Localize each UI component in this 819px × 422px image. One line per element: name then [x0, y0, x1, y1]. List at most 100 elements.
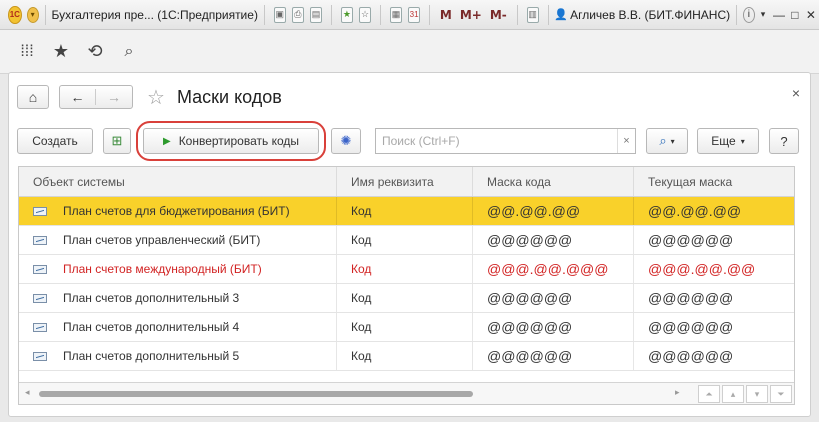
horizontal-scrollbar[interactable]: ◂ ▸ ⏶ ▴ ▾ ⏷ [19, 382, 794, 404]
object-cell: План счетов дополнительный 5 [19, 342, 337, 370]
hint-button[interactable]: ✺ [331, 128, 361, 154]
favorites-add-icon[interactable]: ★ [340, 6, 353, 23]
chart-of-accounts-icon [33, 351, 47, 361]
code-mask-cell: @@@@@@ [473, 226, 634, 254]
column-header[interactable]: Объект системы [19, 167, 337, 196]
table-row[interactable]: План счетов дополнительный 4 Код @@@@@@ @@@… [19, 313, 794, 342]
form-close-button[interactable]: × [792, 85, 800, 101]
more-button[interactable]: Еще ▾ [697, 128, 759, 154]
search-options-button[interactable]: ⌕ ▾ [646, 128, 688, 154]
row-nav-buttons: ⏶ ▴ ▾ ⏷ [696, 385, 792, 403]
prev-row-icon[interactable]: ▴ [722, 385, 744, 403]
masks-table: Объект системы Имя реквизита Маска кода … [18, 166, 795, 405]
code-mask-cell: @@@@@@ [473, 342, 634, 370]
column-header[interactable]: Текущая маска [634, 167, 794, 196]
user-icon: 👤 [554, 9, 569, 21]
object-cell: План счетов дополнительный 4 [19, 313, 337, 341]
object-name: План счетов управленческий (БИТ) [63, 233, 261, 247]
object-cell: План счетов управленческий (БИТ) [19, 226, 337, 254]
last-row-icon[interactable]: ⏷ [770, 385, 792, 403]
more-label: Еще [711, 134, 736, 148]
attr-cell: Код [337, 255, 473, 283]
favorites-star-icon[interactable]: ★ [44, 37, 78, 67]
object-cell: План счетов дополнительный 3 [19, 284, 337, 312]
play-icon: ▶ [162, 135, 171, 147]
scroll-left-icon[interactable]: ◂ [25, 387, 30, 398]
current-mask-cell: @@@.@@.@@ [648, 261, 756, 277]
object-name: План счетов дополнительный 4 [63, 320, 240, 334]
current-mask-cell: @@.@@.@@ [648, 203, 742, 219]
object-name: План счетов дополнительный 3 [63, 291, 240, 305]
window-titlebar: 1С ▾ Бухгалтерия пре... (1С:Предприятие)… [0, 0, 819, 30]
favorites-icon[interactable]: ☆ [359, 6, 372, 23]
attr-cell: Код [337, 342, 473, 370]
table-row[interactable]: План счетов управленческий (БИТ) Код @@@@@… [19, 226, 794, 255]
convert-codes-label: Конвертировать коды [178, 134, 300, 148]
masks-form: ⌂ ← → ☆ Маски кодов × Создать ⊞ ▶ Конвер… [8, 72, 811, 417]
calculator-icon[interactable]: ▦ [389, 6, 403, 23]
chart-of-accounts-icon [33, 293, 47, 303]
table-row[interactable]: План счетов для бюджетирования (БИТ) Код @… [19, 197, 794, 226]
command-bar: Создать ⊞ ▶ Конвертировать коды ✺ × ⌕ ▾ … [17, 121, 802, 161]
copy-button[interactable]: ⊞ [103, 128, 131, 154]
column-header[interactable]: Маска кода [473, 167, 634, 196]
object-cell: План счетов для бюджетирования (БИТ) [19, 197, 337, 225]
scrollbar-thumb[interactable] [39, 391, 473, 397]
column-header[interactable]: Имя реквизита [337, 167, 473, 196]
table-row[interactable]: План счетов дополнительный 3 Код @@@@@@ @@@… [19, 284, 794, 313]
help-button[interactable]: ? [769, 128, 799, 154]
code-mask-cell: @@@@@@ [473, 284, 634, 312]
code-mask-cell: @@@.@@.@@@ [473, 255, 634, 283]
more-chevron-icon: ▾ [740, 136, 745, 146]
create-button[interactable]: Создать [17, 128, 93, 154]
memory-plus-button[interactable]: M+ [460, 8, 482, 22]
form-header: ⌂ ← → ☆ Маски кодов [17, 83, 282, 111]
history-icon[interactable]: ⟲ [78, 37, 112, 67]
back-arrow-icon[interactable]: ← [60, 89, 96, 105]
chart-of-accounts-icon [33, 235, 47, 245]
info-icon[interactable]: i [742, 6, 755, 23]
minimize-icon[interactable]: — [771, 6, 787, 24]
save-icon[interactable]: ▣ [273, 6, 286, 23]
nav-buttons: ← → [59, 85, 133, 109]
search-box: × [375, 128, 636, 154]
print-icon[interactable]: ⎙ [291, 6, 304, 23]
table-row[interactable]: План счетов дополнительный 5 Код @@@@@@ @@@… [19, 342, 794, 371]
calendar-icon[interactable]: 31 [408, 6, 421, 23]
table-body: План счетов для бюджетирования (БИТ) Код @… [19, 197, 794, 371]
current-mask-cell: @@@@@@ [648, 290, 734, 306]
object-name: План счетов для бюджетирования (БИТ) [63, 204, 290, 218]
window-title: Бухгалтерия пре... (1С:Предприятие) [51, 7, 258, 22]
search-icon[interactable]: ⌕ [112, 37, 146, 67]
attr-cell: Код [337, 197, 473, 225]
copy-add-icon: ⊞ [111, 133, 123, 148]
home-button[interactable]: ⌂ [17, 85, 49, 109]
forward-arrow-icon[interactable]: → [96, 89, 132, 105]
scroll-right-icon[interactable]: ▸ [675, 387, 680, 398]
attr-cell: Код [337, 226, 473, 254]
favorite-star-icon[interactable]: ☆ [147, 85, 165, 110]
convert-codes-button[interactable]: ▶ Конвертировать коды [143, 128, 319, 154]
memory-button[interactable]: M [440, 8, 452, 22]
chart-of-accounts-icon [33, 322, 47, 332]
search-input[interactable] [376, 134, 617, 148]
panels-icon[interactable]: ▥ [526, 6, 539, 23]
page-title: Маски кодов [176, 86, 282, 107]
preview-icon[interactable]: ▤ [309, 6, 323, 23]
search-clear-button[interactable]: × [617, 129, 635, 153]
first-row-icon[interactable]: ⏶ [698, 385, 720, 403]
next-row-icon[interactable]: ▾ [746, 385, 768, 403]
1c-logo-icon[interactable]: 1С [8, 5, 22, 24]
main-menu-dropdown-icon[interactable]: ▾ [26, 6, 39, 23]
maximize-icon[interactable]: □ [787, 6, 803, 24]
current-mask-cell: @@@@@@ [648, 348, 734, 364]
window-close-icon[interactable]: ✕ [803, 6, 819, 24]
window-menu-icon[interactable]: ▾ [755, 6, 771, 24]
memory-minus-button[interactable]: M- [490, 8, 507, 22]
lightbulb-icon: ✺ [340, 133, 352, 148]
current-mask-cell: @@@@@@ [648, 319, 734, 335]
table-row[interactable]: План счетов международный (БИТ) Код @@@.@@… [19, 255, 794, 284]
code-mask-cell: @@.@@.@@ [473, 197, 634, 225]
menu-grid-icon[interactable]: ⁞⁞⁞ [10, 37, 44, 67]
current-mask-cell: @@@@@@ [648, 232, 734, 248]
